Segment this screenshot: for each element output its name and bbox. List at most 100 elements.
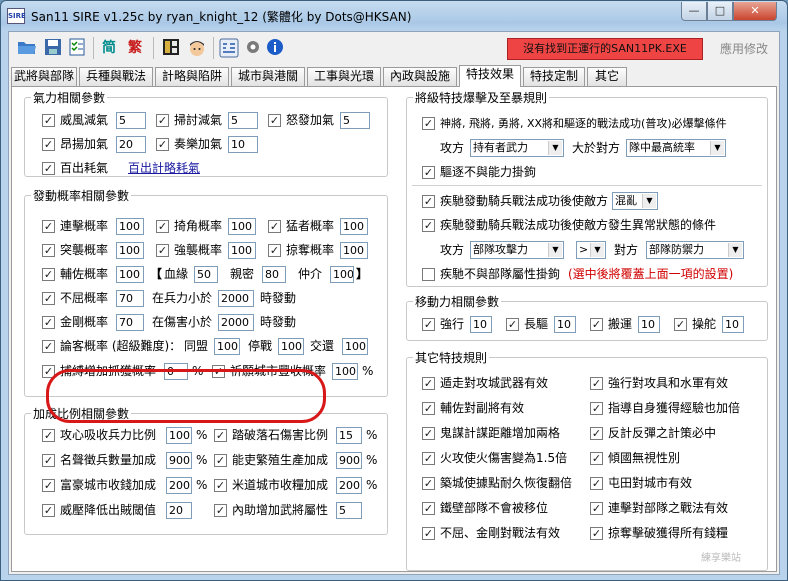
maximize-button[interactable]: □	[707, 2, 733, 21]
apply-changes-button[interactable]: 應用修改	[711, 38, 777, 60]
value-input[interactable]: 10	[722, 316, 744, 333]
scheme-cost-link[interactable]: 百出計略耗氣	[128, 160, 200, 177]
title-bar[interactable]: SIRE San11 SIRE v1.25c by ryan_knight_12…	[1, 1, 787, 31]
simplified-button[interactable]: 简	[99, 38, 119, 58]
value-input[interactable]: 200	[336, 477, 362, 494]
checkbox[interactable]: ✓	[42, 479, 55, 492]
operator-select[interactable]: > ▼	[576, 241, 606, 259]
checkbox[interactable]: ✓	[590, 427, 603, 440]
value-input[interactable]: 900	[336, 452, 362, 469]
value-input[interactable]: 100	[166, 427, 192, 444]
checkbox[interactable]: ✓	[42, 504, 55, 517]
checkbox[interactable]: ✓	[506, 318, 519, 331]
tab-troops-tactics[interactable]: 兵種與戰法	[79, 67, 153, 86]
checkbox[interactable]: ✓	[156, 220, 169, 233]
checkbox[interactable]: ✓	[42, 220, 55, 233]
tab-skill-effects[interactable]: 特技效果	[459, 65, 521, 87]
value-input[interactable]: 20	[116, 136, 146, 153]
value-input[interactable]: 900	[166, 452, 192, 469]
checkbox[interactable]: ✓	[422, 527, 435, 540]
checkbox[interactable]: ✓	[156, 244, 169, 257]
value-input[interactable]: 100	[340, 218, 368, 235]
checkbox[interactable]: ✓	[42, 316, 55, 329]
checkbox[interactable]: ✓	[422, 377, 435, 390]
close-button[interactable]: ✕	[733, 2, 777, 21]
checkbox[interactable]: ✓	[156, 114, 169, 127]
value-input[interactable]: 5	[228, 112, 258, 129]
value-input[interactable]: 5	[336, 502, 362, 519]
value-input[interactable]: 10	[638, 316, 660, 333]
value-input[interactable]: 80	[262, 266, 286, 283]
checkbox[interactable]: ✓	[422, 166, 435, 179]
value-input[interactable]: 5	[116, 112, 146, 129]
checkbox[interactable]: ✓	[422, 117, 435, 130]
checkbox[interactable]: ✓	[422, 452, 435, 465]
tab-skill-custom[interactable]: 特技定制	[523, 67, 585, 86]
attacker-stat-select[interactable]: 持有者武力 ▼	[470, 139, 564, 157]
open-folder-icon[interactable]	[17, 38, 37, 58]
general-portrait-icon[interactable]	[187, 38, 207, 58]
value-input[interactable]: 20	[166, 502, 192, 519]
checkbox[interactable]: ✓	[590, 527, 603, 540]
checkbox[interactable]: ✓	[42, 429, 55, 442]
value-input[interactable]: 10	[228, 136, 258, 153]
tab-other[interactable]: 其它	[587, 67, 627, 86]
checkbox[interactable]: ✓	[156, 138, 169, 151]
save-icon[interactable]	[43, 38, 63, 58]
checkbox[interactable]: ✓	[42, 292, 55, 305]
value-input[interactable]: 50	[194, 266, 218, 283]
value-input[interactable]: 100	[116, 266, 144, 283]
checklist-icon[interactable]	[67, 38, 87, 58]
minimize-button[interactable]: —	[681, 2, 707, 21]
calculator-icon[interactable]	[161, 38, 181, 58]
checkbox[interactable]: ✓	[42, 340, 55, 353]
checkbox[interactable]: ✓	[590, 318, 603, 331]
checkbox[interactable]: ✓	[42, 138, 55, 151]
value-input[interactable]: 70	[116, 314, 144, 331]
checkbox[interactable]: ✓	[214, 454, 227, 467]
checkbox[interactable]: ✓	[590, 452, 603, 465]
value-input[interactable]: 100	[332, 363, 358, 380]
checkbox[interactable]: ✓	[422, 402, 435, 415]
value-input[interactable]: 100	[342, 338, 368, 355]
checkbox[interactable]: ✓	[42, 268, 55, 281]
checkbox[interactable]: ✓	[42, 162, 55, 175]
value-input[interactable]: 100	[116, 242, 144, 259]
checkbox[interactable]: ✓	[422, 219, 435, 232]
tab-works-aura[interactable]: 工事與光環	[307, 67, 381, 86]
checkbox[interactable]: ✓	[590, 502, 603, 515]
checkbox[interactable]: ✓	[268, 220, 281, 233]
value-input[interactable]: 100	[228, 242, 256, 259]
tab-domestic-facilities[interactable]: 內政與設施	[383, 67, 457, 86]
checkbox[interactable]: ✓	[268, 244, 281, 257]
value-input[interactable]: 10	[554, 316, 576, 333]
checkbox[interactable]: ✓	[422, 477, 435, 490]
hex-editor-icon[interactable]	[219, 38, 239, 58]
value-input[interactable]: 100	[214, 338, 240, 355]
checkbox[interactable]: ✓	[42, 244, 55, 257]
value-input[interactable]: 100	[116, 218, 144, 235]
checkbox[interactable]: ✓	[42, 114, 55, 127]
checkbox[interactable]: ✓	[214, 479, 227, 492]
value-input[interactable]: 5	[340, 112, 370, 129]
value-input[interactable]: 15	[336, 427, 362, 444]
checkbox[interactable]: ✓	[674, 318, 687, 331]
value-input[interactable]: 70	[116, 290, 144, 307]
defender-stat-select[interactable]: 隊中最高統率 ▼	[626, 139, 726, 157]
checkbox[interactable]: ✓	[590, 402, 603, 415]
tab-generals-units[interactable]: 武將與部隊	[11, 67, 77, 86]
checkbox[interactable]: ✓	[422, 427, 435, 440]
value-input[interactable]: 100	[340, 242, 368, 259]
checkbox[interactable]: ✓	[214, 504, 227, 517]
checkbox[interactable]: ✓	[422, 318, 435, 331]
value-input[interactable]: 2000	[218, 290, 254, 307]
status-effect-select[interactable]: 混亂 ▼	[612, 192, 658, 210]
checkbox[interactable]: ✓	[590, 477, 603, 490]
traditional-button[interactable]: 繁	[125, 38, 145, 58]
value-input[interactable]: 100	[278, 338, 304, 355]
attacker-attr-select[interactable]: 部隊攻擊力 ▼	[470, 241, 564, 259]
tab-cities-ports[interactable]: 城市與港關	[231, 67, 305, 86]
checkbox[interactable]: ✓	[214, 429, 227, 442]
checkbox[interactable]: ✓	[590, 377, 603, 390]
value-input[interactable]: 200	[166, 477, 192, 494]
